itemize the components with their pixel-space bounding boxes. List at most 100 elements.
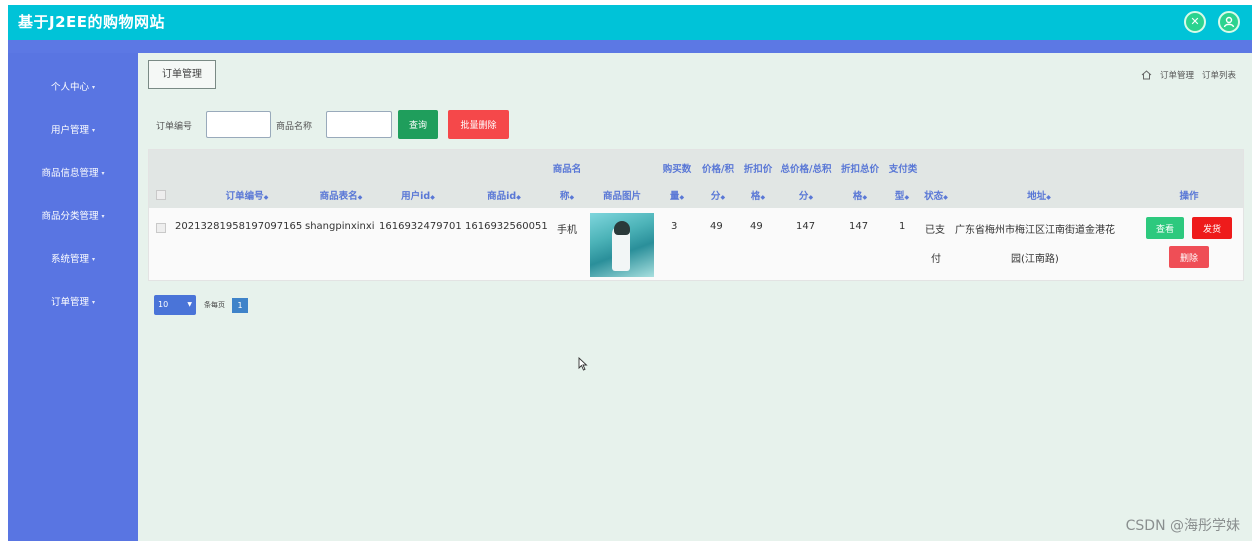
cell-user-id: 1616932479701 xyxy=(379,221,462,232)
sidebar-item-label: 系统管理 xyxy=(50,254,89,265)
th-discount-total-label: 格 xyxy=(852,191,863,202)
product-image[interactable] xyxy=(590,213,654,277)
app-title: 基于J2EE的购物网站 xyxy=(18,13,166,31)
orders-table: 商品名 购买数 价格/积 折扣价 总价格/总积 折扣总价 支付类 订单编号◆ 商… xyxy=(148,149,1244,281)
th-price-top: 价格/积 xyxy=(702,164,734,175)
product-name-label: 商品名称 xyxy=(276,122,313,132)
sort-icon: ◆ xyxy=(1046,194,1051,201)
batch-delete-button[interactable]: 批量删除 xyxy=(448,110,509,139)
sidebar-item-label: 商品分类管理 xyxy=(41,211,99,222)
sidebar-item-personal-center[interactable]: 个人中心 ▾ xyxy=(8,79,138,93)
order-no-input[interactable] xyxy=(206,111,271,138)
delete-button[interactable]: 删除 xyxy=(1169,246,1209,268)
th-address-label: 地址 xyxy=(1027,191,1047,202)
caret-down-icon: ▼ xyxy=(187,301,192,308)
sidebar-item-label: 用户管理 xyxy=(50,125,89,136)
sort-icon: ◆ xyxy=(263,194,269,201)
watermark: CSDN @海彤学妹 xyxy=(1125,518,1240,534)
th-discount-price[interactable]: 格◆ xyxy=(739,188,777,202)
sort-icon: ◆ xyxy=(357,194,363,201)
th-discount-price-top: 折扣价 xyxy=(743,164,773,175)
ship-button[interactable]: 发货 xyxy=(1192,217,1232,239)
cell-discount-price: 49 xyxy=(750,221,763,232)
th-discount-total-top: 折扣总价 xyxy=(840,164,879,175)
cell-pay-type: 1 xyxy=(899,221,906,232)
th-total-price-label: 分 xyxy=(798,191,809,202)
th-price[interactable]: 分◆ xyxy=(699,188,737,202)
th-product-name[interactable]: 称◆ xyxy=(549,188,585,202)
top-bar: 基于J2EE的购物网站 ✕ xyxy=(8,5,1252,40)
th-order-no[interactable]: 订单编号◆ xyxy=(189,188,305,202)
cell-total-price: 147 xyxy=(796,221,816,232)
cell-address-line1: 广东省梅州市梅江区江南街道金港花 xyxy=(955,225,1115,236)
sort-icon: ◆ xyxy=(943,194,948,201)
per-page-label: 条每页 xyxy=(204,301,225,309)
caret-down-icon: ▾ xyxy=(92,256,96,263)
breadcrumb-item[interactable]: 订单管理 xyxy=(1160,69,1194,81)
caret-down-icon: ▾ xyxy=(92,84,96,91)
th-order-no-label: 订单编号 xyxy=(225,191,264,202)
th-user-id[interactable]: 用户id◆ xyxy=(383,188,453,202)
main-content: 订单管理 订单管理 订单列表 订单编号 商品名称 查询 批量删除 商品名 购买数… xyxy=(138,53,1252,541)
cell-table-name: shangpinxinxi xyxy=(305,221,375,232)
sort-icon: ◆ xyxy=(430,194,435,201)
sidebar-item-product-category[interactable]: 商品分类管理 ▾ xyxy=(8,208,138,222)
th-total-price-top: 总价格/总积 xyxy=(780,164,832,175)
select-all-checkbox[interactable] xyxy=(156,190,166,200)
sidebar: 个人中心 ▾ 用户管理 ▾ 商品信息管理 ▾ 商品分类管理 ▾ 系统管理 ▾ 订单管理 ▾ xyxy=(8,53,138,541)
page-size-value: 10 xyxy=(158,300,169,309)
sidebar-item-label: 商品信息管理 xyxy=(41,168,99,179)
row-checkbox[interactable] xyxy=(156,223,166,233)
th-address[interactable]: 地址◆ xyxy=(1009,188,1069,202)
sort-icon: ◆ xyxy=(904,194,910,201)
th-quantity-label: 量 xyxy=(669,191,680,202)
page-number-current[interactable]: 1 xyxy=(232,298,248,313)
sidebar-item-product-info[interactable]: 商品信息管理 ▾ xyxy=(8,165,138,179)
th-pay-type-top: 支付类 xyxy=(888,164,918,175)
caret-down-icon: ▾ xyxy=(92,127,96,134)
th-product-name-top: 商品名 xyxy=(552,164,582,175)
page-size-select[interactable]: 10 ▼ xyxy=(154,295,196,315)
user-icon[interactable] xyxy=(1218,11,1240,33)
th-table-name[interactable]: 商品表名◆ xyxy=(305,188,377,202)
cell-status-line1: 已支 xyxy=(925,225,945,236)
sidebar-item-label: 个人中心 xyxy=(50,82,89,93)
th-price-label: 分 xyxy=(710,191,721,202)
cell-address-line2: 园(江南路) xyxy=(1011,254,1059,265)
breadcrumb: 订单管理 订单列表 xyxy=(1141,69,1236,81)
cell-status-line2: 付 xyxy=(931,254,941,265)
home-icon[interactable] xyxy=(1141,70,1152,80)
shrink-icon[interactable]: ✕ xyxy=(1184,11,1206,33)
th-table-name-label: 商品表名 xyxy=(319,191,358,202)
sidebar-item-user-management[interactable]: 用户管理 ▾ xyxy=(8,122,138,136)
sort-icon: ◆ xyxy=(569,194,575,201)
sort-icon: ◆ xyxy=(760,194,766,201)
th-discount-price-label: 格 xyxy=(750,191,761,202)
page-title: 订单管理 xyxy=(148,60,216,89)
product-name-input[interactable] xyxy=(326,111,392,138)
th-product-id[interactable]: 商品id◆ xyxy=(467,188,541,202)
sidebar-item-orders[interactable]: 订单管理 ▾ xyxy=(8,294,138,308)
sort-icon: ◆ xyxy=(516,194,521,201)
caret-down-icon: ▾ xyxy=(101,170,105,177)
th-pay-type[interactable]: 型◆ xyxy=(885,188,919,202)
th-pay-type-label: 型 xyxy=(894,191,905,202)
th-quantity-top: 购买数 xyxy=(662,164,692,175)
sort-icon: ◆ xyxy=(679,194,685,201)
th-quantity[interactable]: 量◆ xyxy=(659,188,695,202)
th-total-price[interactable]: 分◆ xyxy=(787,188,825,202)
cell-discount-total: 147 xyxy=(849,221,869,232)
view-button[interactable]: 查看 xyxy=(1146,217,1184,239)
caret-down-icon: ▾ xyxy=(92,299,96,306)
th-user-id-label: 用户id xyxy=(401,191,431,202)
th-status[interactable]: 状态◆ xyxy=(919,188,953,202)
sidebar-item-system[interactable]: 系统管理 ▾ xyxy=(8,251,138,265)
cell-quantity: 3 xyxy=(671,221,678,232)
cell-product-name: 手机 xyxy=(557,225,577,236)
th-discount-total[interactable]: 格◆ xyxy=(841,188,879,202)
breadcrumb-item: 订单列表 xyxy=(1201,71,1236,81)
cell-product-id: 1616932560051 xyxy=(465,221,548,232)
query-button[interactable]: 查询 xyxy=(398,110,438,139)
order-no-label: 订单编号 xyxy=(156,122,193,132)
sort-icon: ◆ xyxy=(862,194,868,201)
